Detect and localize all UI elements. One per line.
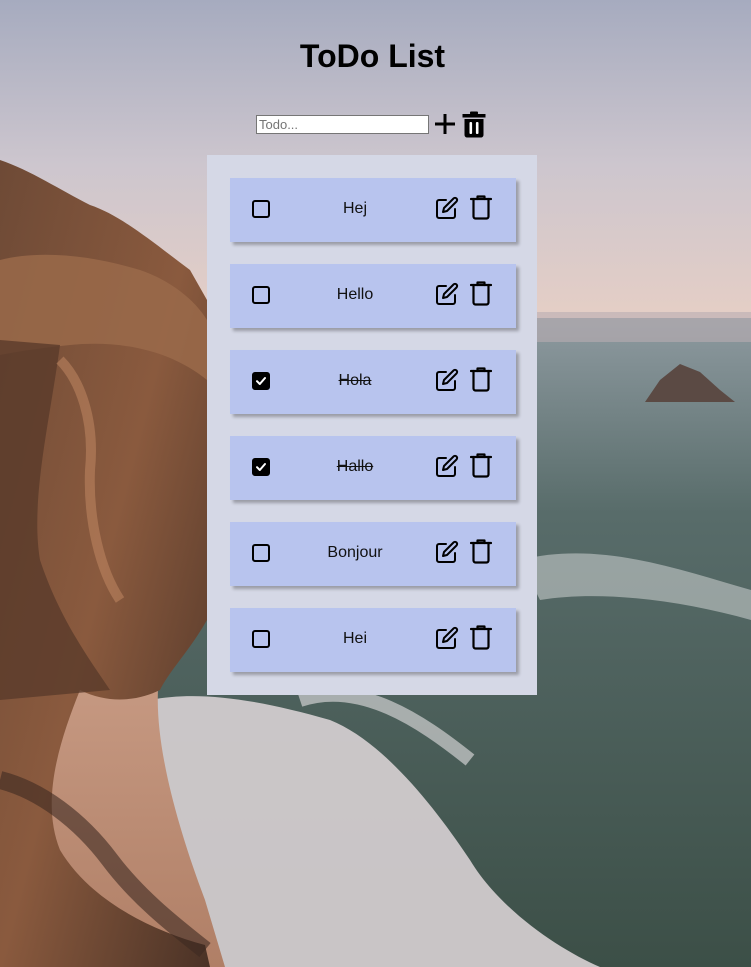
todo-text: Hej <box>342 200 367 217</box>
todo-checkbox[interactable] <box>252 286 270 304</box>
edit-icon <box>436 368 459 391</box>
add-todo-form <box>256 110 487 138</box>
todo-checkbox[interactable] <box>252 372 270 390</box>
clear-all-button[interactable] <box>461 110 487 138</box>
edit-button[interactable] <box>435 540 459 564</box>
edit-icon <box>436 540 459 563</box>
todo-item: Hola <box>230 350 516 414</box>
todo-text: Hei <box>342 630 367 647</box>
todo-text: Hola <box>338 372 372 389</box>
todo-item: Bonjour <box>230 522 516 586</box>
checkmark-icon <box>256 377 266 385</box>
todo-text: Hello <box>336 286 374 303</box>
edit-button[interactable] <box>435 282 459 306</box>
delete-button[interactable] <box>470 366 492 392</box>
edit-icon <box>436 196 459 219</box>
edit-button[interactable] <box>435 196 459 220</box>
edit-button[interactable] <box>435 368 459 392</box>
trash-icon <box>470 367 492 392</box>
edit-icon <box>436 454 459 477</box>
todo-checkbox[interactable] <box>252 544 270 562</box>
trash-icon <box>470 625 492 650</box>
todo-list: Hej Hello Hola Hallo Bonjour Hei <box>207 155 537 695</box>
trash-icon <box>462 111 486 137</box>
todo-item: Hej <box>230 178 516 242</box>
todo-input[interactable] <box>256 114 429 134</box>
edit-icon <box>436 282 459 305</box>
todo-item: Hallo <box>230 436 516 500</box>
trash-icon <box>470 453 492 478</box>
todo-checkbox[interactable] <box>252 200 270 218</box>
plus-icon <box>435 114 455 134</box>
edit-button[interactable] <box>435 626 459 650</box>
todo-item: Hello <box>230 264 516 328</box>
delete-button[interactable] <box>470 624 492 650</box>
todo-checkbox[interactable] <box>252 630 270 648</box>
delete-button[interactable] <box>470 452 492 478</box>
todo-text: Hallo <box>336 458 374 475</box>
edit-icon <box>436 626 459 649</box>
add-todo-button[interactable] <box>432 111 458 137</box>
trash-icon <box>470 281 492 306</box>
todo-checkbox[interactable] <box>252 458 270 476</box>
todo-item: Hei <box>230 608 516 672</box>
trash-icon <box>470 195 492 220</box>
delete-button[interactable] <box>470 280 492 306</box>
todo-text: Bonjour <box>327 544 383 561</box>
page-title: ToDo List <box>299 38 446 74</box>
trash-icon <box>470 539 492 564</box>
delete-button[interactable] <box>470 194 492 220</box>
checkmark-icon <box>256 463 266 471</box>
edit-button[interactable] <box>435 454 459 478</box>
delete-button[interactable] <box>470 538 492 564</box>
